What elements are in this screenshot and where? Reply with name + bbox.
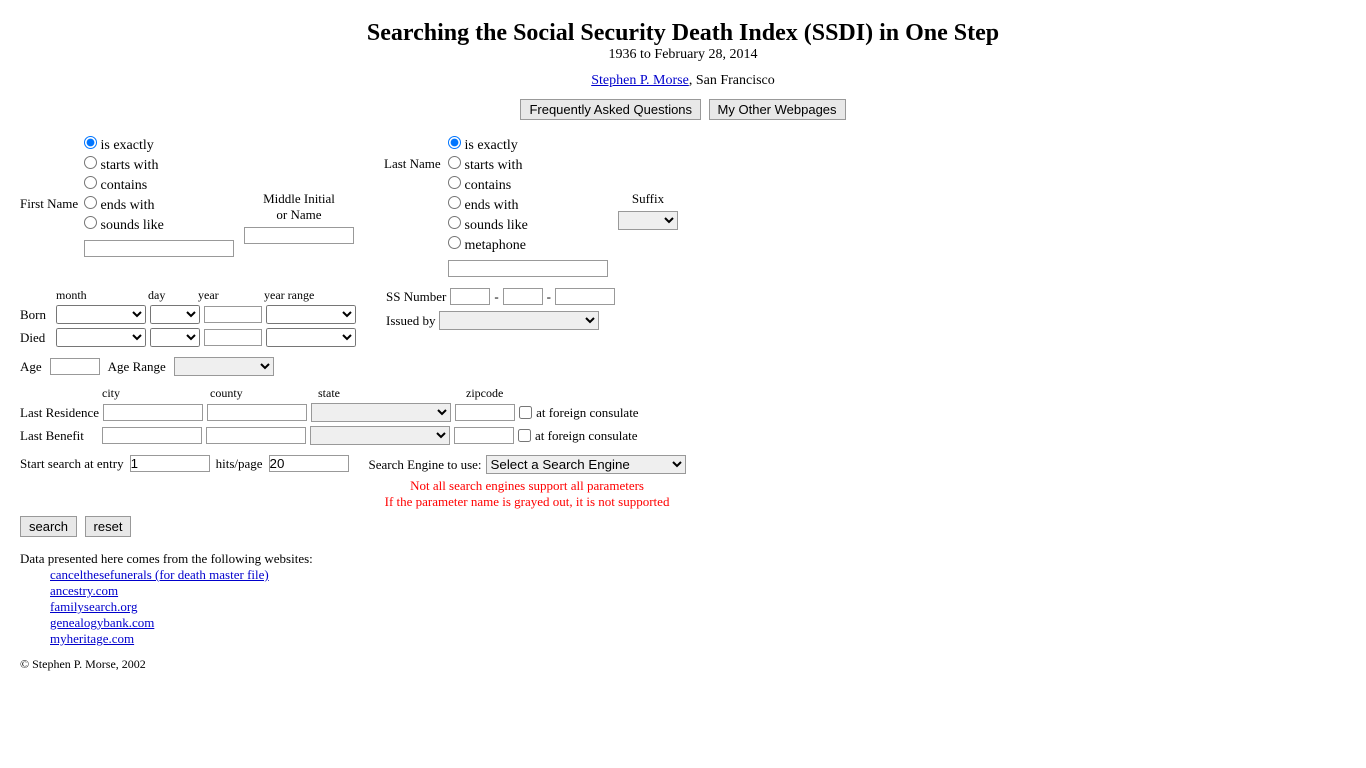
search-engine-select[interactable]: Select a Search Engine Ancestry.com Fami… — [486, 455, 686, 474]
zipcode-header: zipcode — [466, 386, 503, 401]
benefit-state-select[interactable]: AlabamaAlaskaArizona CaliforniaFloridaNe… — [310, 426, 450, 445]
notice-line2: If the parameter name is grayed out, it … — [385, 494, 670, 510]
copyright: © Stephen P. Morse, 2002 — [20, 657, 1346, 672]
footer-link-item: cancelthesefunerals (for death master fi… — [50, 567, 1346, 583]
footer-link[interactable]: cancelthesefunerals (for death master fi… — [50, 567, 269, 582]
author-link[interactable]: Stephen P. Morse — [591, 73, 689, 88]
footer-link-item: familysearch.org — [50, 599, 1346, 615]
ss-number-part1[interactable] — [450, 288, 490, 305]
age-label: Age — [20, 359, 42, 375]
last-name-label: Last Name — [384, 156, 444, 172]
benefit-city-input[interactable] — [102, 427, 202, 444]
year-header: year — [198, 288, 260, 303]
residence-foreign-consulate-checkbox[interactable] — [519, 406, 532, 419]
footer-link[interactable]: genealogybank.com — [50, 615, 154, 630]
month-header: month — [56, 288, 144, 303]
reset-button[interactable]: reset — [85, 516, 132, 537]
ln-radio-sounds-like[interactable]: sounds like — [448, 216, 608, 234]
age-input[interactable] — [50, 358, 100, 375]
footer-link-item: myheritage.com — [50, 631, 1346, 647]
day-header: day — [148, 288, 194, 303]
footer-link[interactable]: familysearch.org — [50, 599, 137, 614]
residence-foreign-consulate-label: at foreign consulate — [536, 405, 639, 421]
notice-line1: Not all search engines support all param… — [385, 478, 670, 494]
city-header: city — [102, 386, 206, 401]
footer-link-item: ancestry.com — [50, 583, 1346, 599]
middle-label-line1: Middle Initial — [263, 191, 335, 206]
benefit-foreign-consulate-checkbox[interactable] — [518, 429, 531, 442]
residence-city-input[interactable] — [103, 404, 203, 421]
middle-label-line2: or Name — [276, 207, 321, 222]
page-title: Searching the Social Security Death Inde… — [20, 20, 1346, 47]
hits-per-page-input[interactable] — [269, 455, 349, 472]
suffix-label: Suffix — [632, 191, 664, 207]
last-benefit-label: Last Benefit — [20, 428, 98, 444]
issued-by-label: Issued by — [386, 313, 435, 329]
benefit-zipcode-input[interactable] — [454, 427, 514, 444]
age-range-label: Age Range — [108, 359, 166, 375]
benefit-foreign-consulate-label: at foreign consulate — [535, 428, 638, 444]
age-range-select[interactable]: ±1±2±5±10 — [174, 357, 274, 376]
state-header: state — [318, 386, 462, 401]
footer-link[interactable]: myheritage.com — [50, 631, 134, 646]
ln-radio-contains[interactable]: contains — [448, 176, 608, 194]
died-label: Died — [20, 330, 52, 346]
died-yearrange-select[interactable]: ±1±2±5±10 — [266, 328, 356, 347]
fn-radio-sounds-like[interactable]: sounds like — [84, 216, 234, 234]
born-label: Born — [20, 307, 52, 323]
middle-name-input[interactable] — [244, 227, 354, 244]
ln-radio-starts-with[interactable]: starts with — [448, 156, 608, 174]
start-search-label: Start search at entry — [20, 456, 124, 472]
ln-radio-is-exactly[interactable]: is exactly — [448, 136, 608, 154]
author-location: , San Francisco — [689, 73, 775, 88]
last-name-input[interactable] — [448, 260, 608, 277]
fn-radio-starts-with[interactable]: starts with — [84, 156, 234, 174]
yearrange-header: year range — [264, 288, 314, 303]
residence-county-input[interactable] — [207, 404, 307, 421]
benefit-county-input[interactable] — [206, 427, 306, 444]
born-year-input[interactable] — [204, 306, 262, 323]
residence-state-select[interactable]: AlabamaAlaskaArizona CaliforniaFloridaNe… — [311, 403, 451, 422]
data-source-text: Data presented here comes from the follo… — [20, 551, 1346, 567]
footer-link[interactable]: ancestry.com — [50, 583, 118, 598]
died-day-select[interactable]: for(let i=1;i<=31;i++) document.write('<… — [150, 328, 200, 347]
page-subtitle: 1936 to February 28, 2014 — [20, 47, 1346, 63]
issued-by-select[interactable]: AlabamaAlaskaArizona ArkansasCaliforniaC… — [439, 311, 599, 330]
first-name-input[interactable] — [84, 240, 234, 257]
fn-radio-contains[interactable]: contains — [84, 176, 234, 194]
search-button[interactable]: search — [20, 516, 77, 537]
hits-per-page-label: hits/page — [216, 456, 263, 472]
died-month-select[interactable]: JanFebMar AprMayJunJul AugSepOctNovDec — [56, 328, 146, 347]
search-engine-label: Search Engine to use: — [369, 457, 482, 473]
footer-link-item: genealogybank.com — [50, 615, 1346, 631]
born-day-select[interactable]: for(let i=1;i<=31;i++) document.write('<… — [150, 305, 200, 324]
start-search-input[interactable] — [130, 455, 210, 472]
last-residence-label: Last Residence — [20, 405, 99, 421]
fn-radio-ends-with[interactable]: ends with — [84, 196, 234, 214]
ln-radio-ends-with[interactable]: ends with — [448, 196, 608, 214]
born-yearrange-select[interactable]: ±1±2±5±10 — [266, 305, 356, 324]
suffix-select[interactable]: Jr Sr II III IV — [618, 211, 678, 230]
faq-button[interactable]: Frequently Asked Questions — [520, 99, 701, 120]
other-pages-button[interactable]: My Other Webpages — [709, 99, 846, 120]
ss-number-part3[interactable] — [555, 288, 615, 305]
born-month-select[interactable]: JanFebMar AprMayJunJul AugSepOctNovDec — [56, 305, 146, 324]
first-name-label: First Name — [20, 196, 80, 212]
ss-number-label: SS Number — [386, 289, 446, 305]
ln-radio-metaphone[interactable]: metaphone — [448, 236, 608, 254]
residence-zipcode-input[interactable] — [455, 404, 515, 421]
county-header: county — [210, 386, 314, 401]
died-year-input[interactable] — [204, 329, 262, 346]
fn-radio-is-exactly[interactable]: is exactly — [84, 136, 234, 154]
ss-number-part2[interactable] — [503, 288, 543, 305]
